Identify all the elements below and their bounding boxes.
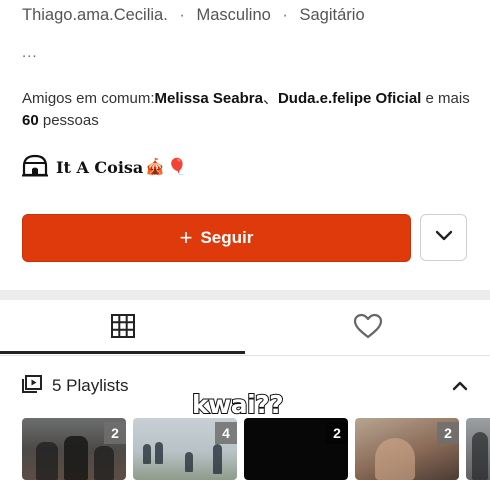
playlist-thumbnail[interactable]: 2 <box>355 418 459 480</box>
heart-icon <box>353 313 383 344</box>
chevron-up-icon[interactable] <box>450 376 470 396</box>
separator: · <box>179 6 185 24</box>
more-info-ellipsis[interactable]: ... <box>22 44 38 61</box>
username: Thiago.ama.Cecilia. <box>22 6 168 24</box>
section-divider <box>0 290 490 300</box>
playlist-thumbnail[interactable] <box>466 418 490 480</box>
active-tab-indicator <box>0 351 245 354</box>
overlay-caption: kwai?? <box>191 389 285 420</box>
mutual-prefix: Amigos em comum: <box>22 90 155 107</box>
content-tabs <box>0 300 490 356</box>
mutual-count: 60 <box>22 112 39 129</box>
tab-videos-grid[interactable] <box>0 300 245 356</box>
mutual-suffix: pessoas <box>38 112 99 129</box>
tab-likes[interactable] <box>245 300 490 356</box>
playlist-thumbnail[interactable]: 2 <box>244 418 348 480</box>
bio: It A Coisa 🎪 🎈 <box>22 154 187 180</box>
playlist-thumbnail[interactable]: 4 <box>133 418 237 480</box>
playlist-video-count: 2 <box>104 422 126 444</box>
more-options-button[interactable] <box>420 214 467 261</box>
playlist-video-count: 2 <box>326 422 348 444</box>
follow-button[interactable]: + Seguir <box>22 214 411 262</box>
mutual-friends[interactable]: Amigos em comum:Melissa Seabra、Duda.e.fe… <box>22 88 472 132</box>
profile-info-line: Thiago.ama.Cecilia. · Masculino · Sagitá… <box>22 6 365 25</box>
playlist-video-count: 2 <box>437 422 459 444</box>
bio-text: It A Coisa <box>56 157 144 177</box>
playlists-header[interactable]: 5 Playlists <box>22 372 129 400</box>
playlist-thumbnail[interactable]: 2 <box>22 418 126 480</box>
chevron-down-icon <box>434 229 454 247</box>
separator: · <box>282 6 288 24</box>
mutual-friend-name: Melissa Seabra <box>154 90 263 107</box>
playlist-video-count: 4 <box>215 422 237 444</box>
zodiac-sign: Sagitário <box>299 6 365 24</box>
gender: Masculino <box>196 6 271 24</box>
follow-label: Seguir <box>200 228 254 247</box>
mutual-friend-name: Duda.e.felipe Oficial <box>277 90 422 107</box>
mutual-mid: e mais <box>421 90 470 107</box>
playlists-count-label: 5 Playlists <box>52 376 129 395</box>
circus-tent-emoji: 🎪 <box>145 159 166 176</box>
balloon-emoji: 🎈 <box>167 159 188 176</box>
plus-icon: + <box>179 225 193 250</box>
tent-icon <box>22 153 48 182</box>
mutual-joiner: 、 <box>262 90 278 107</box>
grid-icon <box>110 313 136 344</box>
playlist-icon <box>22 374 42 398</box>
playlist-thumbnails: 2 4 2 2 <box>22 418 490 480</box>
